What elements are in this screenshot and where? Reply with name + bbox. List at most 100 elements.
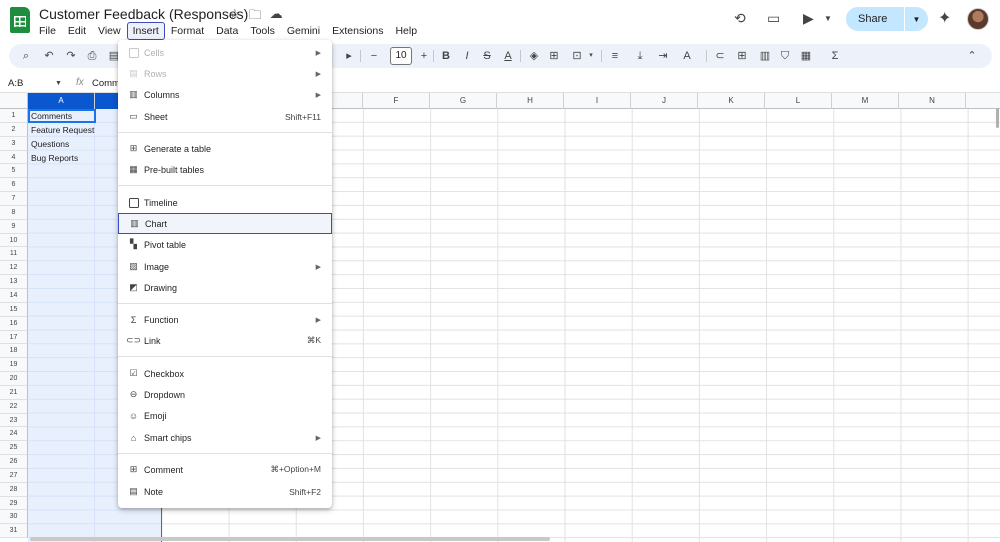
- row-header[interactable]: 11: [0, 247, 28, 262]
- column-header[interactable]: G: [430, 93, 497, 109]
- font-dropdown-icon[interactable]: ▸: [341, 48, 357, 64]
- print-icon[interactable]: ⎙: [84, 48, 100, 64]
- avatar[interactable]: [967, 8, 989, 30]
- menu-item-prebuilt-tables[interactable]: ▦ Pre-built tables: [118, 159, 332, 180]
- text-rotation-icon[interactable]: A: [679, 48, 695, 64]
- bold-icon[interactable]: B: [438, 48, 454, 64]
- gemini-sparkle-icon[interactable]: ✦: [938, 8, 951, 28]
- column-header[interactable]: A: [28, 93, 95, 109]
- document-title[interactable]: Customer Feedback (Responses): [39, 6, 248, 22]
- insert-chart-icon[interactable]: ▥: [757, 48, 773, 64]
- sheets-logo-icon[interactable]: [10, 7, 30, 33]
- merge-dropdown-icon[interactable]: ▾: [583, 48, 599, 64]
- fill-color-icon[interactable]: ◈: [526, 48, 542, 64]
- row-header[interactable]: 16: [0, 316, 28, 331]
- row-header[interactable]: 23: [0, 413, 28, 428]
- menu-data[interactable]: Data: [210, 22, 244, 40]
- row-header[interactable]: 31: [0, 524, 28, 539]
- row-header[interactable]: 24: [0, 427, 28, 442]
- row-header[interactable]: 29: [0, 496, 28, 511]
- collapse-toolbar-icon[interactable]: ⌃: [964, 48, 980, 64]
- row-header[interactable]: 3: [0, 136, 28, 151]
- column-header[interactable]: F: [363, 93, 430, 109]
- menu-gemini[interactable]: Gemini: [281, 22, 326, 40]
- menu-item-smart-chips[interactable]: ⌂ Smart chips ▶: [118, 427, 332, 448]
- row-header[interactable]: 18: [0, 344, 28, 359]
- formula-input[interactable]: Comm: [92, 78, 120, 89]
- menu-item-link[interactable]: ⊂⊃ Link ⌘K: [118, 330, 332, 351]
- filter-views-icon[interactable]: ▦: [798, 48, 814, 64]
- italic-icon[interactable]: I: [459, 48, 475, 64]
- insert-link-icon[interactable]: ⊂: [712, 48, 728, 64]
- row-header[interactable]: 13: [0, 275, 28, 289]
- menu-item-drawing[interactable]: ◩ Drawing: [118, 277, 332, 298]
- menu-item-cells[interactable]: Cells ▶: [118, 42, 332, 63]
- menu-item-comment[interactable]: ⊞ Comment ⌘+Option+M: [118, 459, 332, 480]
- create-filter-icon[interactable]: ⛉: [777, 48, 793, 64]
- menu-view[interactable]: View: [92, 22, 127, 40]
- row-header[interactable]: 15: [0, 302, 28, 317]
- row-header[interactable]: 6: [0, 178, 28, 193]
- name-box-dropdown-icon[interactable]: ▼: [55, 80, 62, 87]
- menu-item-note[interactable]: ▤ Note Shift+F2: [118, 481, 332, 502]
- row-header[interactable]: 30: [0, 510, 28, 525]
- increase-font-size-icon[interactable]: +: [416, 48, 432, 64]
- vertical-align-icon[interactable]: ⤓: [632, 48, 648, 64]
- menu-item-sheet[interactable]: ▭ Sheet Shift+F11: [118, 106, 332, 127]
- menu-item-emoji[interactable]: ☺ Emoji: [118, 405, 332, 426]
- name-box[interactable]: A:B: [8, 78, 23, 89]
- row-header[interactable]: 17: [0, 330, 28, 345]
- row-header[interactable]: 21: [0, 385, 28, 400]
- vertical-scrollbar[interactable]: [996, 108, 999, 128]
- text-color-icon[interactable]: A: [500, 48, 516, 64]
- menu-item-rows[interactable]: ▤ Rows ▶: [118, 63, 332, 84]
- menu-item-chart[interactable]: ▥ Chart: [118, 213, 332, 234]
- menu-extensions[interactable]: Extensions: [326, 22, 389, 40]
- cell-a1[interactable]: Comments: [31, 111, 95, 121]
- search-menus-icon[interactable]: ⌕: [18, 48, 34, 64]
- menu-help[interactable]: Help: [389, 22, 423, 40]
- column-header[interactable]: K: [698, 93, 765, 109]
- text-wrapping-icon[interactable]: ⇥: [655, 48, 671, 64]
- version-history-icon[interactable]: ⟲: [734, 10, 746, 27]
- horizontal-scrollbar[interactable]: [30, 537, 550, 541]
- strikethrough-icon[interactable]: S: [479, 48, 495, 64]
- select-all-corner[interactable]: [0, 93, 28, 109]
- meet-dropdown-icon[interactable]: ▼: [824, 14, 832, 23]
- menu-insert[interactable]: Insert: [126, 22, 165, 40]
- menu-format[interactable]: Format: [165, 22, 210, 40]
- row-header[interactable]: 20: [0, 372, 28, 386]
- row-header[interactable]: 10: [0, 233, 28, 248]
- menu-item-generate-table[interactable]: ⊞ Generate a table: [118, 138, 332, 159]
- font-size-input[interactable]: 10: [390, 47, 412, 65]
- decrease-font-size-icon[interactable]: −: [366, 48, 382, 64]
- menu-item-columns[interactable]: ▥ Columns ▶: [118, 84, 332, 105]
- row-header[interactable]: 2: [0, 122, 28, 137]
- share-button[interactable]: Share ▼: [846, 7, 928, 31]
- column-header[interactable]: I: [564, 93, 631, 109]
- row-header[interactable]: 19: [0, 358, 28, 373]
- row-header[interactable]: 4: [0, 150, 28, 165]
- menu-item-checkbox[interactable]: ☑ Checkbox: [118, 363, 332, 384]
- undo-icon[interactable]: ↶: [41, 48, 57, 64]
- menu-edit[interactable]: Edit: [62, 22, 92, 40]
- comments-icon[interactable]: ▭: [767, 10, 780, 27]
- cell-a2[interactable]: Feature Request: [31, 125, 95, 135]
- column-header[interactable]: L: [765, 93, 832, 109]
- row-header[interactable]: 12: [0, 261, 28, 276]
- row-header[interactable]: 8: [0, 205, 28, 220]
- column-header[interactable]: M: [832, 93, 899, 109]
- row-header[interactable]: 5: [0, 164, 28, 179]
- column-header[interactable]: N: [899, 93, 966, 109]
- row-header[interactable]: 9: [0, 219, 28, 234]
- row-header[interactable]: 26: [0, 455, 28, 469]
- menu-item-pivot-table[interactable]: ▚ Pivot table: [118, 234, 332, 255]
- cell-a3[interactable]: Questions: [31, 139, 95, 149]
- row-header[interactable]: 7: [0, 192, 28, 206]
- functions-icon[interactable]: Σ: [827, 48, 843, 64]
- row-header[interactable]: 25: [0, 441, 28, 456]
- horizontal-align-icon[interactable]: ≡: [607, 48, 623, 64]
- insert-comment-icon[interactable]: ⊞: [734, 48, 750, 64]
- borders-icon[interactable]: ⊞: [546, 48, 562, 64]
- meet-icon[interactable]: ▶: [803, 10, 814, 27]
